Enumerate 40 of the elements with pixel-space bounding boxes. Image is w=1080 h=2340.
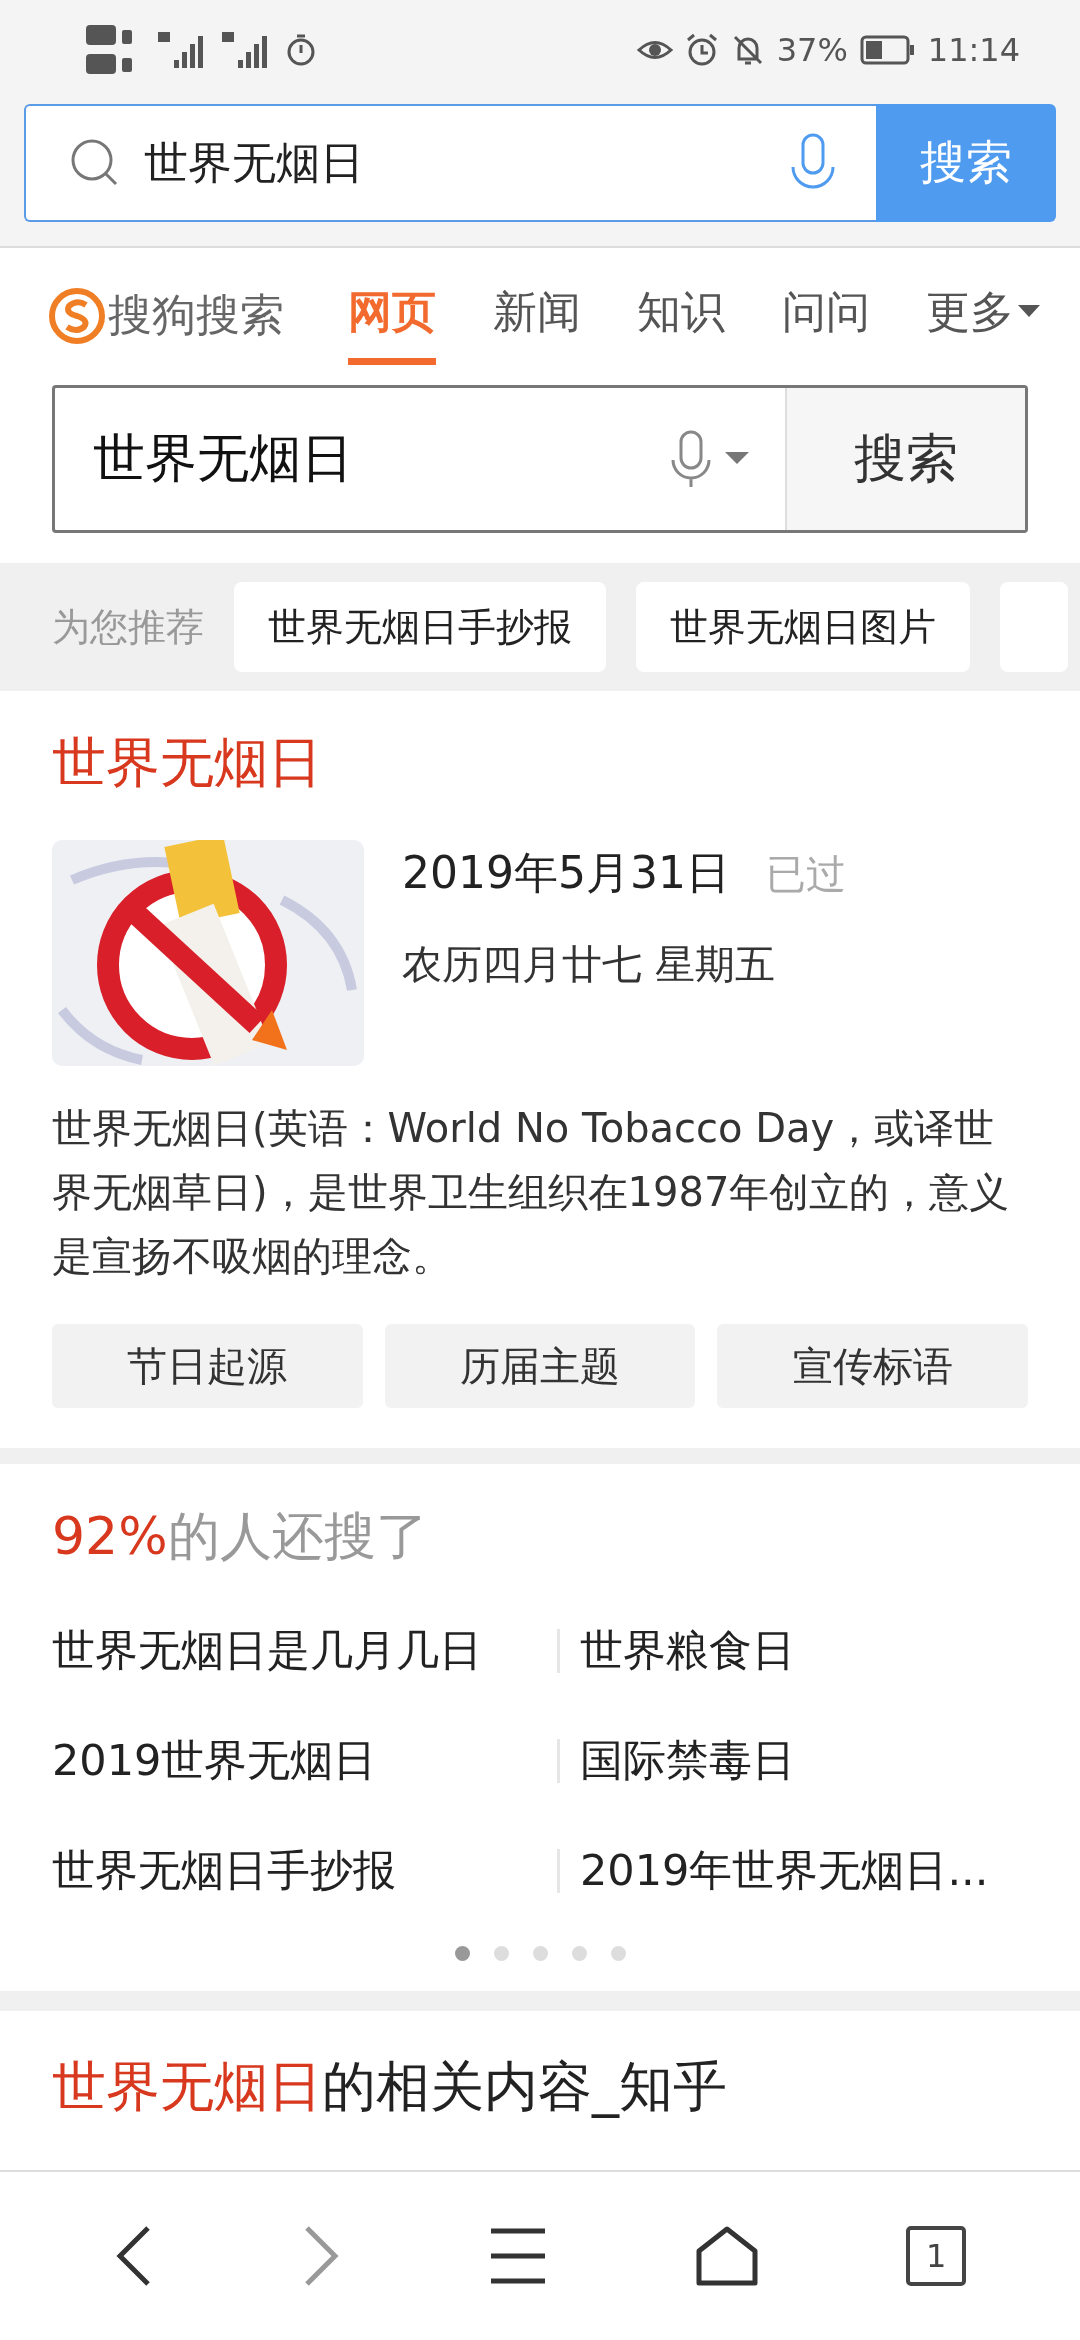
search-button[interactable]: 搜索 (785, 388, 1025, 530)
tabs-button[interactable]: 1 (906, 2226, 967, 2286)
logo-text: 搜狗搜索 (108, 288, 284, 342)
address-search-field[interactable]: 世界无烟日 (24, 104, 876, 222)
related-search-link[interactable]: 2019世界无烟日 (52, 1706, 557, 1816)
more-tab[interactable]: 更多 (926, 266, 1040, 365)
lunar-date: 农历四月廿七 星期五 (402, 940, 776, 989)
nav-tab[interactable]: 问问 (781, 266, 870, 365)
related-search-link[interactable]: 国际禁毒日 (557, 1739, 1028, 1783)
event-date: 2019年5月31日 (402, 846, 730, 900)
topic-button[interactable]: 节日起源 (52, 1324, 363, 1408)
clock-time: 11:14 (927, 31, 1020, 69)
menu-button[interactable] (489, 2227, 547, 2285)
related-heading: 92%的人还搜了 (52, 1505, 429, 1568)
related-search-link[interactable]: 世界无烟日是几月几日 (52, 1596, 557, 1706)
topic-button[interactable]: 宣传标语 (717, 1324, 1028, 1408)
microphone-icon (671, 430, 711, 488)
caret-icon (1018, 305, 1040, 319)
battery-icon (859, 35, 916, 65)
caret-icon (725, 452, 749, 466)
home-button[interactable] (694, 2225, 759, 2287)
topic-button[interactable]: 历届主题 (384, 1324, 696, 1408)
related-search-link[interactable]: 世界粮食日 (557, 1629, 1028, 1673)
suggestion-chip[interactable]: 世界无烟日图片 (636, 582, 970, 672)
search-icon (70, 138, 120, 188)
result-title[interactable]: 世界无烟日 的相关内容_知乎 (0, 1991, 1080, 2124)
related-search-link[interactable]: 世界无烟日手抄报 (52, 1816, 557, 1926)
suggestion-chip[interactable]: 世界无烟日手抄报 (234, 582, 606, 672)
alarm-icon (684, 33, 719, 67)
stopwatch-icon (286, 33, 316, 67)
description: 世界无烟日(英语：World No Tobacco Day，或译世界无烟草日)，是世界卫生组织在1987年创立的，意义是宣扬不吸烟的理念。 (52, 1104, 1011, 1281)
recommend-label: 为您推荐 (52, 603, 204, 651)
related-search-link[interactable]: 2019年世界无烟日... (557, 1849, 1028, 1893)
nav-tab[interactable]: 新闻 (492, 266, 581, 365)
logo-icon (48, 286, 106, 345)
battery-percent: 37% (776, 31, 848, 69)
status-label: 已过 (765, 850, 846, 899)
nav-tab[interactable]: 知识 (637, 266, 725, 365)
result-title[interactable]: 世界无烟日 (52, 727, 1028, 800)
search-field[interactable]: 世界无烟日 (55, 388, 785, 530)
